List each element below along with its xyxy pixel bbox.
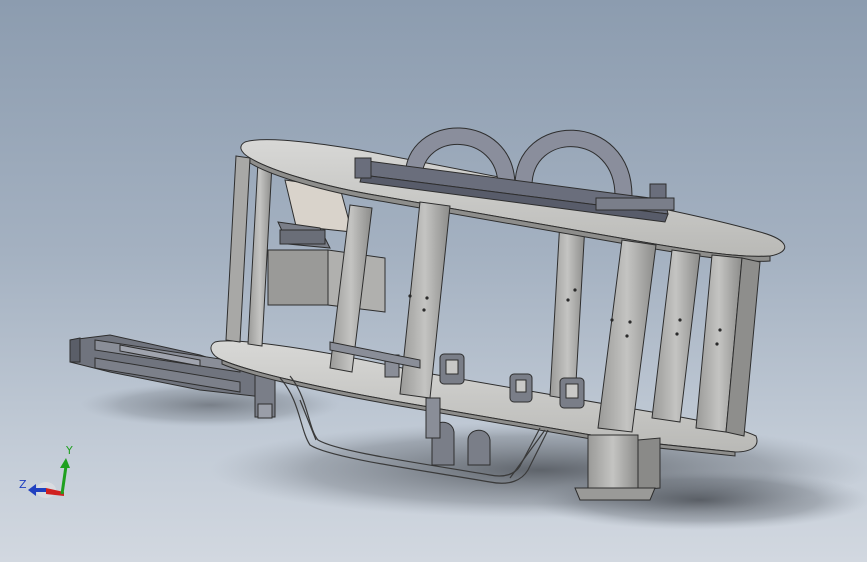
robot-chassis-model[interactable]: [0, 0, 867, 562]
model-viewport[interactable]: Y Z: [0, 0, 867, 562]
y-axis-arrowhead: [60, 458, 70, 468]
coordinate-triad[interactable]: Y Z: [14, 440, 84, 510]
z-axis-label: Z: [19, 478, 27, 491]
rear-support-post[interactable]: [574, 434, 661, 501]
y-axis-label: Y: [65, 444, 73, 457]
y-axis-arrow: [60, 465, 68, 495]
z-axis-arrowhead: [28, 484, 36, 496]
